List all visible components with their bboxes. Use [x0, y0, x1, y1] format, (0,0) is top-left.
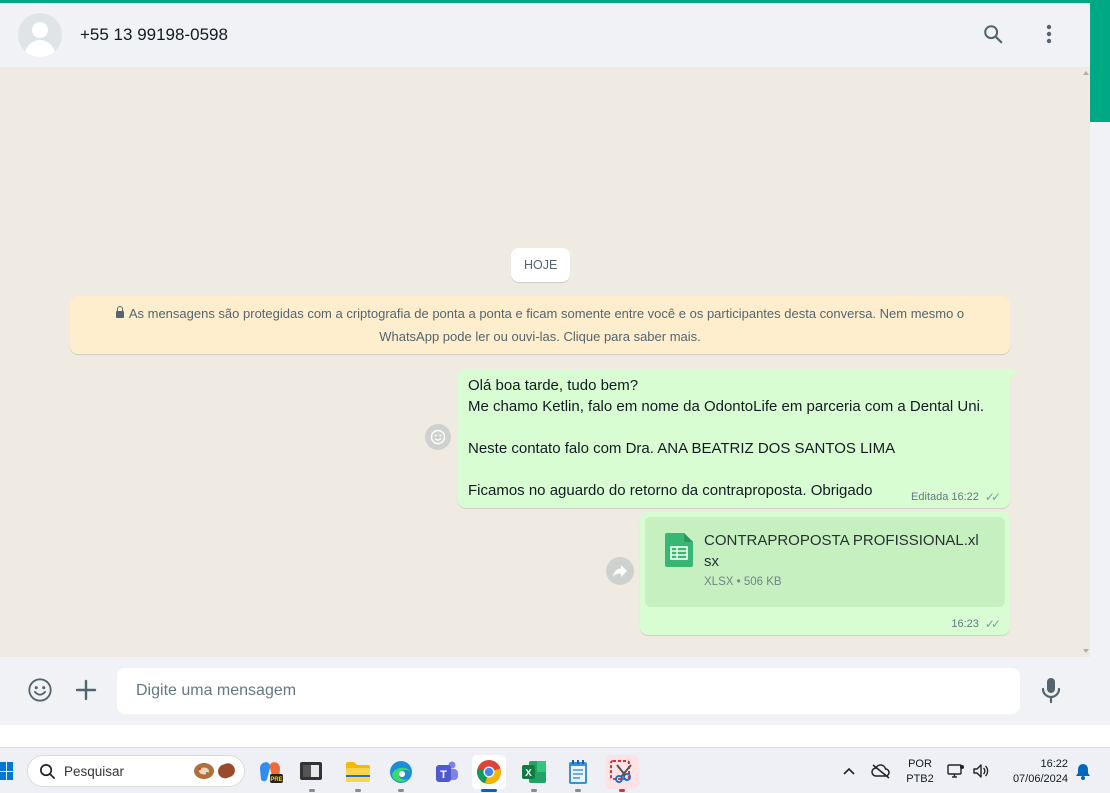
input-language-indicator[interactable]: POR PTB2 — [906, 757, 934, 787]
file-meta: XLSX • 506 KB — [704, 576, 782, 588]
clock-time: 16:22 — [1040, 758, 1068, 770]
edited-label: Editada — [911, 491, 949, 503]
taskbar-clock[interactable]: 16:22 07/06/2024 — [1004, 757, 1068, 787]
volume-icon[interactable] — [972, 748, 990, 793]
clock-date: 07/06/2024 — [1012, 773, 1068, 785]
message-text: Olá boa tarde, tudo bem? Me chamo Ketlin… — [468, 377, 985, 499]
scroll-up-icon[interactable] — [1083, 71, 1089, 75]
copilot-app-icon[interactable]: PRE — [253, 755, 287, 789]
menu-icon[interactable] — [1036, 21, 1062, 47]
notepad-app-icon[interactable] — [561, 755, 595, 792]
windows-taskbar: Pesquisar PRE T X POR PTB2 16:22 07/06/2… — [0, 747, 1110, 793]
notification-bell-icon[interactable] — [1075, 748, 1091, 793]
taskbar-search[interactable]: Pesquisar — [27, 755, 245, 787]
double-check-icon: ✓✓ — [984, 617, 1001, 631]
file-explorer-app-icon[interactable] — [341, 755, 375, 792]
message-meta: Editada 16:22 ✓✓ — [911, 490, 1001, 504]
search-icon[interactable] — [980, 21, 1006, 47]
encryption-notice[interactable]: As mensagens são protegidas com a cripto… — [70, 296, 1010, 354]
snipping-tool-app-icon[interactable] — [605, 755, 639, 792]
language-code: POR — [908, 758, 932, 770]
attach-plus-icon[interactable] — [73, 677, 99, 703]
microphone-icon[interactable] — [1038, 677, 1064, 704]
contact-avatar[interactable] — [18, 13, 62, 57]
file-attachment[interactable]: CONTRAPROPOSTA PROFISSIONAL.xlsx XLSX • … — [645, 517, 1005, 607]
forward-icon[interactable] — [606, 557, 634, 585]
contact-name[interactable]: +55 13 99198-0598 — [80, 25, 228, 45]
message-input[interactable] — [117, 668, 1020, 714]
teams-app-icon[interactable]: T — [429, 755, 463, 789]
excel-app-icon[interactable]: X — [517, 755, 551, 792]
outgoing-message[interactable]: Olá boa tarde, tudo bem? Me chamo Ketlin… — [458, 369, 1018, 508]
edge-app-icon[interactable] — [384, 755, 418, 792]
search-highlight-icon — [192, 761, 238, 781]
search-icon — [39, 763, 56, 785]
window-bottom-margin — [0, 725, 1110, 747]
message-meta: 16:23 ✓✓ — [951, 617, 1001, 631]
svg-text:T: T — [440, 769, 447, 781]
terminal-app-icon[interactable] — [295, 755, 329, 792]
emoji-icon[interactable] — [27, 677, 53, 703]
keyboard-layout: PTB2 — [906, 773, 934, 785]
file-type: XLSX — [704, 576, 734, 588]
date-chip: HOJE — [511, 248, 571, 282]
encryption-notice-text: As mensagens são protegidas com a cripto… — [128, 306, 965, 344]
show-hidden-icons[interactable] — [842, 748, 856, 793]
onedrive-offline-icon[interactable] — [871, 748, 891, 793]
file-size: 506 KB — [743, 576, 782, 588]
spreadsheet-file-icon — [665, 533, 693, 567]
message-time: 16:22 — [951, 491, 979, 503]
window-edge-accent — [1090, 0, 1110, 122]
scroll-down-icon[interactable] — [1083, 649, 1089, 653]
chat-header[interactable]: +55 13 99198-0598 — [0, 3, 1090, 67]
chat-panel[interactable]: HOJE As mensagens são protegidas com a c… — [0, 67, 1090, 657]
outgoing-file-message[interactable]: CONTRAPROPOSTA PROFISSIONAL.xlsx XLSX • … — [640, 512, 1010, 635]
message-composer — [0, 657, 1090, 725]
svg-text:X: X — [525, 768, 532, 779]
network-icon[interactable] — [947, 748, 965, 793]
windows-start-icon[interactable] — [0, 762, 14, 780]
double-check-icon: ✓✓ — [984, 490, 1001, 504]
chrome-app-icon[interactable] — [472, 755, 506, 792]
svg-text:PRE: PRE — [270, 777, 282, 783]
chat-scrollbar[interactable] — [1082, 67, 1090, 657]
message-time: 16:23 — [951, 618, 979, 630]
lock-icon — [115, 306, 124, 318]
file-name: CONTRAPROPOSTA PROFISSIONAL.xlsx — [704, 532, 979, 570]
window-edge — [1090, 122, 1110, 747]
react-emoji-icon[interactable] — [425, 424, 451, 450]
taskbar-search-label: Pesquisar — [64, 764, 125, 779]
